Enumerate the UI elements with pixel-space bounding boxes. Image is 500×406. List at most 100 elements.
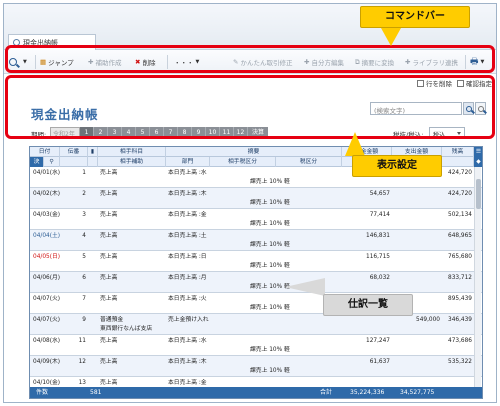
month-tab[interactable]: 8 [178,127,192,138]
cell-date: 04/04(土) [33,233,61,239]
col-sub-account[interactable]: 相手補助 [98,157,166,167]
scroll-thumb[interactable] [476,179,481,209]
table-row[interactable]: 04/08(水) 11 売上高 本日売上高 :水 127,247 473,686 課売上 1… [30,335,482,356]
chevron-down-icon: ▼ [195,59,200,65]
tax-select[interactable]: 税込 [429,127,465,139]
col-section[interactable]: 部門 [166,157,210,167]
cell-withdraw: 549,000 [416,317,440,323]
delete-button[interactable]: ✖ 削除 [135,55,155,69]
option-checkbox-1[interactable]: 行を削除 [417,78,452,88]
cell-account: 売上高 [100,338,118,344]
display-settings-area: 行を削除 確認指定 現金出納帳 (検索文字) 期間: 令和2年 12345678… [4,74,496,146]
edit-icon: ✚ [304,58,310,66]
grid-footer: 件数 581 合計 35,224,336 34,527,775 [30,387,482,398]
period-label: 期間: [31,131,47,139]
cell-withdraw [392,210,440,220]
cell-date: 04/06(月) [33,275,61,281]
col-blank [88,157,98,167]
journal-grid: 日付 伝番 ▮ 相手科目 摘要 収金金額 支出金額 残高 ☰ 決 ⚲ 相手補助 … [29,146,483,399]
callout-journal-list: 仕訳一覧 [323,294,413,316]
search-icon [465,105,472,112]
cell-sub: 課売上 10% 軽 [250,179,290,185]
cell-deposit: 77,414 [369,212,390,218]
month-tab[interactable]: 6 [150,127,164,138]
search-command[interactable]: ▼ [9,55,27,69]
cell-sub: 課売上 10% 軽 [250,221,290,227]
cell-deposit: 61,637 [369,359,390,365]
month-tab[interactable]: 7 [164,127,178,138]
jump-label: ジャンプ [48,59,74,67]
month-tab[interactable]: 9 [192,127,206,138]
period-row: 期間: 令和2年 1 2 3 4 5 6 7 8 9 10 11 12 決算 税抜/税込: 税込 [4,126,496,140]
month-tab[interactable]: 1 [80,127,94,138]
checkbox-box[interactable] [417,79,424,87]
col-voucher[interactable]: 伝番 [60,147,88,157]
cell-no: 4 [82,233,86,239]
checkbox-box[interactable] [457,79,464,87]
delete-label: 削除 [142,59,156,67]
grid-menu-icon[interactable]: ☰ [474,147,482,157]
cell-withdraw [392,336,440,346]
month-tab[interactable]: 2 [94,127,108,138]
table-row[interactable]: 04/06(月) 6 売上高 本日売上高 :月 68,032 833,712 課売上 10%… [30,272,482,293]
table-row[interactable]: 04/02(木) 2 売上高 本日売上高 :木 54,657 424,720 課売上 10%… [30,188,482,209]
month-tab-settle[interactable]: 決算 [248,127,268,138]
cell-date: 04/01(水) [33,170,61,176]
month-tab[interactable]: 11 [220,127,234,138]
count-label: 件数 [36,389,49,396]
easy-fix-button[interactable]: ✎ かんたん取引修正 [233,55,292,69]
cell-no: 11 [78,338,86,344]
month-tab[interactable]: 10 [206,127,220,138]
print-button[interactable]: 🖶 ▼ [470,55,484,69]
month-tab[interactable]: 12 [234,127,248,138]
col-tax-rate[interactable]: 税区分 [276,157,342,167]
tax-label: 税抜/税込: [393,131,424,139]
jump-button[interactable]: ▦ ジャンプ [40,55,74,69]
cell-no: 2 [82,191,86,197]
option-checkbox-2[interactable]: 確認指定 [457,78,492,88]
table-row[interactable]: 04/03(金) 3 売上高 本日売上高 :金 77,414 502,134 課売上 10%… [30,209,482,230]
month-tab[interactable]: 3 [108,127,122,138]
month-tab[interactable]: 4 [122,127,136,138]
year-selector[interactable]: 令和2年 [50,127,80,138]
delete-icon: ✖ [135,58,141,66]
col-account[interactable]: 相手科目 [98,147,166,157]
option-label-2: 確認指定 [466,80,492,88]
cell-balance: 424,720 [448,170,472,176]
cell-no: 1 [82,170,86,176]
new-entry-button[interactable]: ✚ 補助作成 [88,55,121,69]
col-balance[interactable]: 残高 [442,147,474,157]
tab-label: 現金出納帳 [23,39,58,47]
cell-deposit: 68,032 [369,275,390,281]
cell-date: 04/08(水) [33,338,61,344]
grid-search-icon[interactable]: ⚲ [44,157,60,167]
vertical-scrollbar[interactable] [474,167,481,389]
auto-entry-button[interactable]: ✚ 自分方編集 [304,55,344,69]
table-row[interactable]: 04/07(火) 9 普通預金 売上金預け入れ 549,000 346,439 東西銀行なん… [30,314,482,335]
table-row[interactable]: 04/05(日) 5 売上高 本日売上高 :日 116,715 765,680 課売上 10… [30,251,482,272]
advanced-search-button[interactable] [475,102,486,115]
cell-date: 04/05(日) [33,254,61,260]
col-summary[interactable]: 摘要 [166,147,342,157]
callout-tail [345,132,365,156]
table-row[interactable]: 04/04(土) 4 売上高 本日売上高 :土 146,831 648,965 課売上 10… [30,230,482,251]
page-title: 現金出納帳 [31,107,99,122]
library-button[interactable]: ✚ ライブラリ連携 [405,55,458,69]
col-date[interactable]: 日付 [30,147,60,157]
library-label: ライブラリ連携 [412,59,458,67]
table-row[interactable]: 04/09(木) 12 売上高 本日売上高 :木 61,637 535,322 課売上 10… [30,356,482,377]
batch-edit-button[interactable]: ⧉ 摘要に変換 [355,55,394,69]
table-row[interactable]: 04/07(火)7売上高本日売上高 :火61,727895,439課売上 10%… [30,293,482,314]
month-tab[interactable]: 5 [136,127,150,138]
search-input[interactable]: (検索文字) [370,102,462,115]
col-settle[interactable]: 決 [30,157,44,167]
command-bar: ▼ ▦ ジャンプ ✚ 補助作成 ✖ 削除 ・・・ ▼ ✎ かんたん取引修正 ✚ … [4,50,496,74]
tag-icon[interactable]: ◆ [474,157,482,167]
col-tax-category[interactable]: 相手税区分 [210,157,276,167]
search-icon [477,105,484,112]
search-button[interactable] [463,102,474,115]
cell-deposit [342,315,390,325]
tab-cashbook[interactable]: 現金出納帳 [8,34,96,50]
cell-balance: 473,686 [448,338,472,344]
more-button[interactable]: ・・・ ▼ [174,55,199,69]
